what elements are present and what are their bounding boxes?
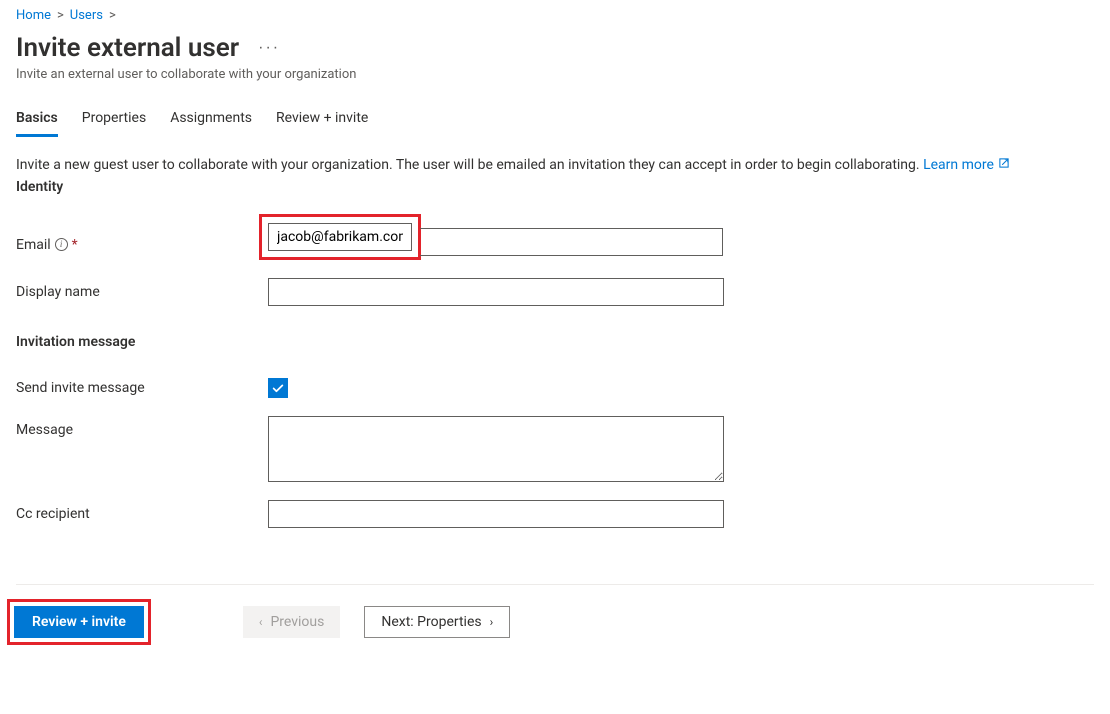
title-row: Invite external user ··· [16, 33, 1094, 63]
breadcrumb: Home > Users > [16, 8, 1094, 23]
more-actions-button[interactable]: ··· [255, 34, 283, 62]
message-textarea[interactable] [268, 416, 724, 482]
chevron-left-icon: ‹ [259, 615, 263, 629]
message-label: Message [16, 416, 268, 438]
send-invite-label: Send invite message [16, 380, 268, 396]
row-display-name: Display name [16, 278, 1094, 306]
send-invite-checkbox-wrap [268, 378, 288, 398]
row-email: Email i * [16, 223, 1094, 260]
display-name-label: Display name [16, 278, 268, 300]
cc-recipient-label: Cc recipient [16, 500, 268, 522]
info-icon[interactable]: i [55, 238, 68, 251]
row-send-invite: Send invite message [16, 378, 1094, 398]
email-input[interactable] [268, 223, 412, 251]
send-invite-checkbox[interactable] [268, 378, 288, 398]
required-asterisk: * [72, 237, 78, 253]
chevron-right-icon: > [57, 8, 64, 23]
next-label: Next: Properties [381, 614, 481, 630]
learn-more-label: Learn more [923, 157, 994, 173]
chevron-right-icon: > [109, 8, 116, 23]
footer-row: Review + invite ‹ Previous Next: Propert… [16, 599, 1094, 645]
page-subtitle: Invite an external user to collaborate w… [16, 67, 1094, 82]
review-invite-button[interactable]: Review + invite [14, 606, 144, 638]
row-message: Message [16, 416, 1094, 482]
email-input-extension[interactable] [420, 228, 723, 256]
email-label: Email i * [16, 231, 268, 253]
breadcrumb-users[interactable]: Users [70, 8, 103, 23]
email-input-container [268, 223, 723, 260]
highlight-review-invite: Review + invite [7, 599, 151, 645]
email-label-text: Email [16, 237, 51, 253]
ellipsis-icon: ··· [258, 39, 280, 57]
cc-recipient-input[interactable] [268, 500, 724, 528]
tab-properties[interactable]: Properties [82, 106, 146, 137]
intro-text: Invite a new guest user to collaborate w… [16, 157, 920, 173]
next-properties-button[interactable]: Next: Properties › [364, 606, 510, 638]
breadcrumb-home[interactable]: Home [16, 8, 51, 23]
tabs: Basics Properties Assignments Review + i… [16, 106, 1094, 137]
external-link-icon [998, 157, 1010, 173]
intro-text-row: Invite a new guest user to collaborate w… [16, 157, 1094, 173]
page-title: Invite external user [16, 33, 239, 63]
tab-assignments[interactable]: Assignments [170, 106, 252, 137]
check-icon [271, 381, 285, 395]
chevron-right-icon: › [490, 615, 494, 629]
row-cc-recipient: Cc recipient [16, 500, 1094, 528]
display-name-input[interactable] [268, 278, 724, 306]
highlight-email [259, 214, 421, 260]
tab-basics[interactable]: Basics [16, 106, 58, 137]
footer-separator [16, 584, 1094, 585]
section-invitation-header: Invitation message [16, 334, 1094, 350]
learn-more-link[interactable]: Learn more [923, 157, 1010, 173]
tab-review-invite[interactable]: Review + invite [276, 106, 368, 137]
section-identity-header: Identity [16, 179, 1094, 195]
previous-label: Previous [270, 614, 324, 630]
previous-button: ‹ Previous [243, 606, 341, 638]
